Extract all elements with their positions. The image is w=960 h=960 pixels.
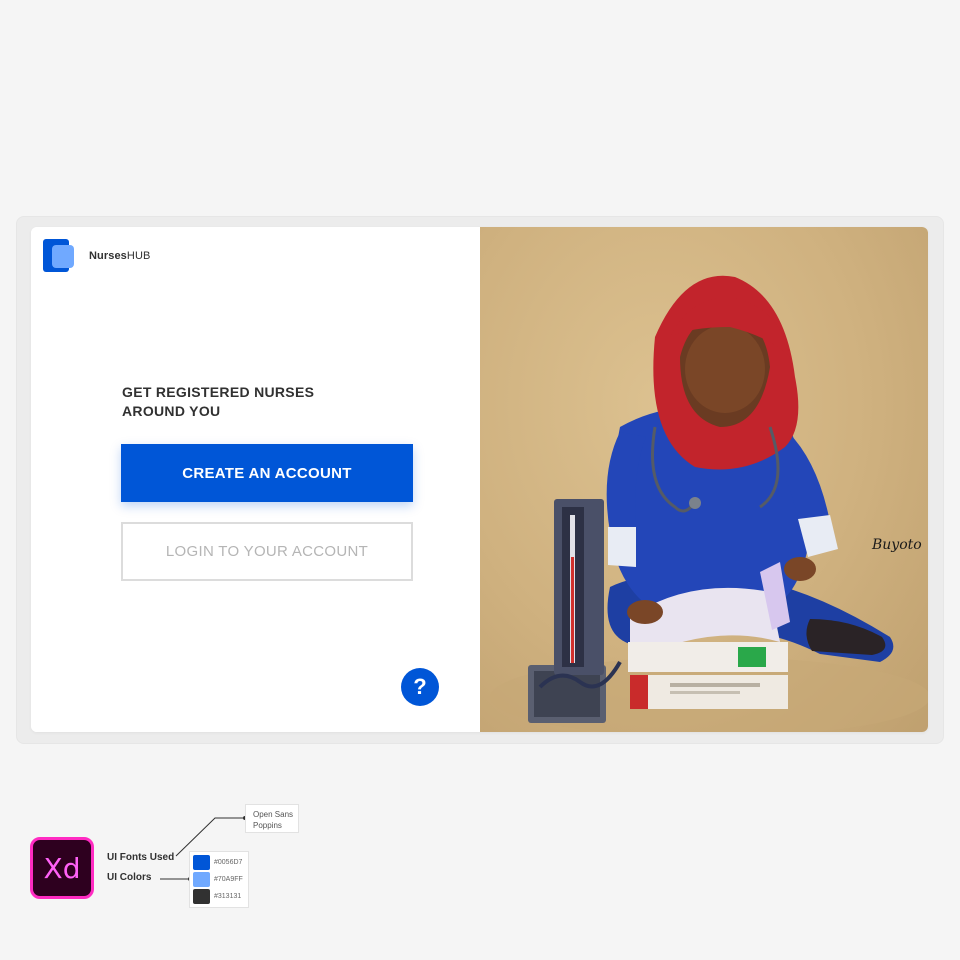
color-hex: #0056D7 bbox=[214, 859, 243, 866]
color-hex: #313131 bbox=[214, 893, 242, 900]
color-hex: #70A9FF bbox=[214, 876, 243, 883]
font-item: Open Sans bbox=[253, 810, 294, 819]
color-swatch-text bbox=[193, 889, 210, 904]
ui-fonts-label: UI Fonts Used bbox=[107, 852, 175, 863]
font-item: Poppins bbox=[253, 821, 282, 830]
color-swatch-row: #70A9FF bbox=[193, 871, 245, 888]
color-swatch-secondary bbox=[193, 872, 210, 887]
annotation-connectors bbox=[160, 816, 247, 881]
ui-colors-label: UI Colors bbox=[107, 872, 152, 883]
color-swatch-primary bbox=[193, 855, 210, 870]
color-swatch-row: #313131 bbox=[193, 888, 245, 905]
fonts-list: Open Sans Poppins bbox=[245, 804, 299, 833]
colors-list: #0056D7 #70A9FF #313131 bbox=[189, 851, 249, 908]
color-swatch-row: #0056D7 bbox=[193, 854, 245, 871]
